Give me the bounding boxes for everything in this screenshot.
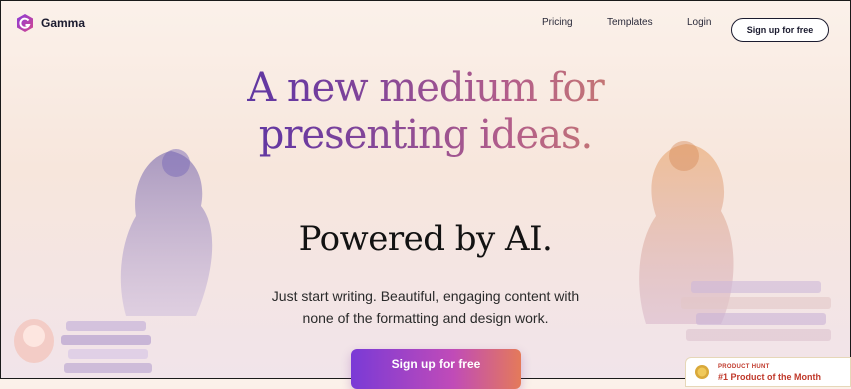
hero-description-line2: none of the formatting and design work. bbox=[302, 310, 549, 326]
hero-headline-line2: presenting ideas. bbox=[258, 112, 593, 158]
brand-logo[interactable]: Gamma bbox=[15, 13, 85, 33]
product-hunt-badge[interactable]: PRODUCT HUNT #1 Product of the Month bbox=[685, 357, 851, 387]
medal-icon bbox=[695, 365, 709, 379]
hero-headline-line1: A new medium for bbox=[247, 65, 604, 111]
hero-subhead: Powered by AI. bbox=[298, 219, 553, 259]
top-nav: Gamma Pricing Templates Login Sign up fo… bbox=[1, 1, 850, 45]
nav-link-login[interactable]: Login bbox=[687, 17, 711, 28]
nav-link-pricing[interactable]: Pricing bbox=[542, 17, 573, 28]
hero-signup-button[interactable]: Sign up for free bbox=[351, 349, 521, 389]
badge-title: #1 Product of the Month bbox=[718, 372, 821, 382]
badge-label: PRODUCT HUNT bbox=[718, 364, 770, 370]
nav-link-templates[interactable]: Templates bbox=[607, 17, 653, 28]
brand-name: Gamma bbox=[41, 16, 86, 30]
hero-headline: A new medium for presenting ideas. bbox=[1, 65, 850, 159]
hero-description: Just start writing. Beautiful, engaging … bbox=[1, 285, 850, 329]
gamma-logo-icon bbox=[17, 14, 33, 32]
nav-signup-button[interactable]: Sign up for free bbox=[731, 18, 829, 42]
hero-description-line1: Just start writing. Beautiful, engaging … bbox=[271, 288, 580, 304]
